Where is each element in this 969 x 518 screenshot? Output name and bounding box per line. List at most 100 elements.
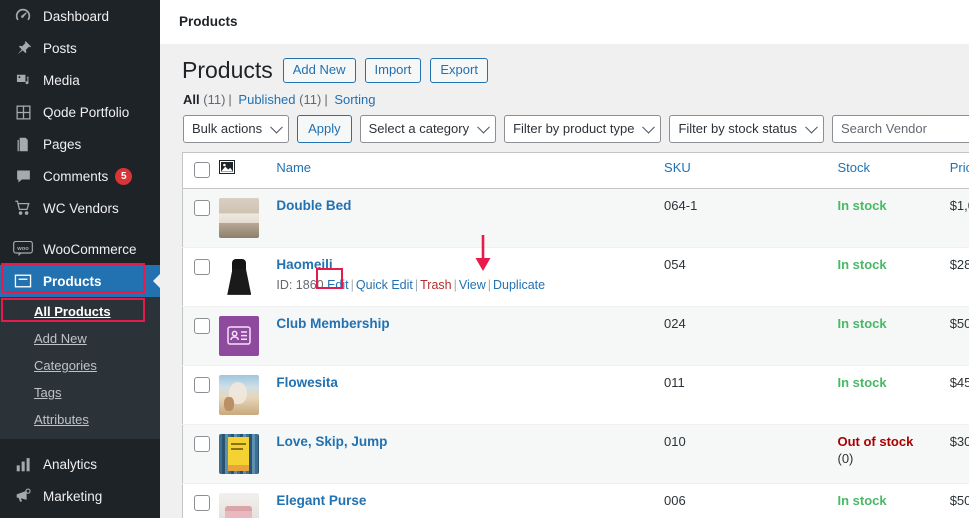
apply-button[interactable]: Apply bbox=[297, 114, 352, 143]
products-table-head: Name SKU Stock Price bbox=[182, 152, 969, 189]
sidebar-item-posts[interactable]: Posts bbox=[0, 32, 160, 64]
menu-separator bbox=[0, 224, 160, 233]
sidebar-item-comments[interactable]: Comments 5 bbox=[0, 160, 160, 192]
name-header[interactable]: Name bbox=[276, 152, 665, 189]
row-checkbox[interactable] bbox=[194, 317, 210, 334]
product-name-link[interactable]: Club Membership bbox=[276, 316, 389, 332]
membership-card-icon bbox=[219, 315, 260, 356]
edit-link[interactable]: Edit bbox=[327, 278, 349, 292]
product-name-link[interactable]: Haomeili bbox=[276, 257, 332, 273]
bulk-actions-select[interactable]: Bulk actions bbox=[183, 114, 290, 143]
select-all-header bbox=[182, 152, 220, 189]
stock-status-badge: In stock bbox=[837, 256, 887, 272]
product-name-link[interactable]: Love, Skip, Jump bbox=[276, 434, 387, 450]
action-separator: | bbox=[350, 277, 354, 292]
row-stock-cell: In stock bbox=[837, 306, 950, 366]
select-all-checkbox[interactable] bbox=[194, 161, 210, 178]
table-row: Haomeili ID: 1860 Edit | Quick Edit | Trash | V… bbox=[182, 247, 969, 307]
export-button[interactable]: Export bbox=[430, 58, 488, 84]
submenu-item-all-products[interactable]: All Products bbox=[0, 298, 160, 325]
megaphone-icon bbox=[12, 486, 34, 506]
row-stock-cell: In stock bbox=[837, 365, 950, 425]
row-checkbox[interactable] bbox=[194, 376, 210, 393]
sidebar-item-woocommerce[interactable]: woo WooCommerce bbox=[0, 233, 160, 265]
row-checkbox[interactable] bbox=[194, 258, 210, 275]
row-stock-cell: Out of stock (0) bbox=[837, 424, 950, 484]
page-title: Products bbox=[182, 57, 273, 83]
view-link[interactable]: View bbox=[459, 278, 486, 292]
sidebar-item-elementor[interactable]: Elementor bbox=[0, 512, 160, 518]
search-vendor-input[interactable] bbox=[831, 114, 969, 143]
row-checkbox[interactable] bbox=[194, 435, 210, 452]
sidebar-item-products[interactable]: Products bbox=[0, 265, 160, 297]
sidebar-item-label: Dashboard bbox=[43, 8, 110, 24]
admin-bar: Products bbox=[160, 0, 969, 44]
quick-edit-link[interactable]: Quick Edit bbox=[356, 278, 413, 292]
dashboard-icon bbox=[12, 6, 34, 26]
action-separator: | bbox=[487, 277, 491, 292]
wordpress-admin-screen: Dashboard Posts Media Qode Portfolio Pages Co… bbox=[0, 0, 969, 518]
row-thumbnail-cell bbox=[219, 188, 277, 248]
dress-photo bbox=[219, 256, 260, 297]
sidebar-item-label: Marketing bbox=[43, 488, 103, 504]
row-price-cell: $50.00 bbox=[949, 483, 969, 518]
product-name-link[interactable]: Elegant Purse bbox=[276, 493, 366, 509]
row-sku-cell: 054 bbox=[664, 247, 838, 307]
duplicate-link[interactable]: Duplicate bbox=[493, 278, 545, 292]
row-sku-cell: 006 bbox=[664, 483, 838, 518]
category-filter-select[interactable]: Select a category bbox=[359, 114, 497, 143]
import-button[interactable]: Import bbox=[364, 58, 422, 84]
sidebar-item-label: Analytics bbox=[43, 456, 98, 472]
sidebar-item-label: Media bbox=[43, 72, 80, 88]
main-area: Products Products Add New Import Export … bbox=[160, 0, 969, 518]
sidebar-item-label: Products bbox=[43, 273, 102, 289]
chevron-down-icon bbox=[642, 120, 656, 134]
submenu-item-tags[interactable]: Tags bbox=[0, 379, 160, 406]
submenu-item-attributes[interactable]: Attributes bbox=[0, 406, 160, 433]
sidebar-item-label: Comments bbox=[43, 168, 109, 184]
table-header-row: Name SKU Stock Price bbox=[182, 152, 969, 189]
sidebar-item-analytics[interactable]: Analytics bbox=[0, 448, 160, 480]
table-row: Double Bed 064-1In stock $1,055.00 bbox=[182, 188, 969, 248]
table-row: Elegant Purse 006In stock $50.00 bbox=[182, 483, 969, 518]
row-checkbox[interactable] bbox=[194, 199, 210, 216]
admin-bar-title: Products bbox=[179, 14, 238, 29]
admin-sidebar: Dashboard Posts Media Qode Portfolio Pages Co… bbox=[0, 0, 160, 518]
submenu-item-categories[interactable]: Categories bbox=[0, 352, 160, 379]
stock-status-filter-select[interactable]: Filter by stock status bbox=[669, 114, 824, 143]
submenu-item-add-new[interactable]: Add New bbox=[0, 325, 160, 352]
row-thumbnail-cell bbox=[219, 247, 277, 307]
sidebar-item-marketing[interactable]: Marketing bbox=[0, 480, 160, 512]
view-sorting-link[interactable]: Sorting bbox=[334, 92, 375, 107]
row-price-cell: $50.00 bbox=[949, 306, 969, 366]
sidebar-item-media[interactable]: Media bbox=[0, 64, 160, 96]
sidebar-item-pages[interactable]: Pages bbox=[0, 128, 160, 160]
product-name-link[interactable]: Flowesita bbox=[276, 375, 338, 391]
woo-icon: woo bbox=[12, 239, 34, 259]
view-published-link[interactable]: Published bbox=[238, 92, 295, 107]
book-photo bbox=[219, 433, 260, 474]
comments-count-badge: 5 bbox=[115, 167, 133, 185]
row-thumbnail-cell bbox=[219, 306, 277, 366]
row-sku-cell: 024 bbox=[664, 306, 838, 366]
sidebar-item-dashboard[interactable]: Dashboard bbox=[0, 0, 160, 32]
analytics-icon bbox=[12, 454, 34, 474]
sidebar-item-qode-portfolio[interactable]: Qode Portfolio bbox=[0, 96, 160, 128]
view-all-link[interactable]: All bbox=[183, 92, 200, 107]
row-stock-cell: In stock bbox=[837, 188, 950, 248]
row-name-cell: Club Membership bbox=[276, 306, 665, 366]
add-new-button[interactable]: Add New bbox=[282, 58, 356, 84]
thumbnail-header bbox=[219, 152, 277, 189]
row-checkbox[interactable] bbox=[194, 494, 210, 511]
row-thumbnail-cell bbox=[219, 483, 277, 518]
price-header[interactable]: Price bbox=[949, 152, 969, 189]
trash-link[interactable]: Trash bbox=[420, 278, 452, 292]
bed-photo bbox=[219, 197, 260, 238]
stock-status-badge: In stock bbox=[837, 374, 887, 390]
row-name-cell: Love, Skip, Jump bbox=[276, 424, 665, 484]
sku-header[interactable]: SKU bbox=[664, 152, 838, 189]
product-type-filter-select[interactable]: Filter by product type bbox=[504, 114, 662, 143]
stock-quantity: (0) bbox=[837, 450, 854, 466]
sidebar-item-wc-vendors[interactable]: WC Vendors bbox=[0, 192, 160, 224]
product-name-link[interactable]: Double Bed bbox=[276, 198, 351, 214]
